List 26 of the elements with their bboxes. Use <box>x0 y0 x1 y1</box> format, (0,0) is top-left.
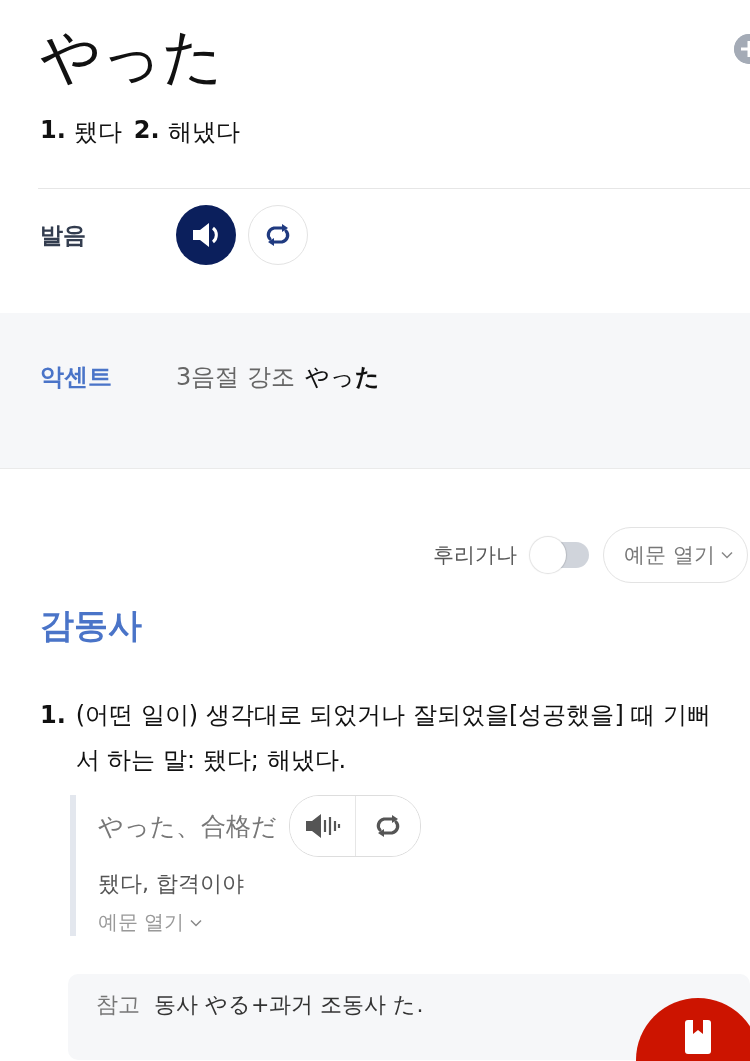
part-of-speech: 감동사 <box>40 604 143 647</box>
open-examples-link[interactable]: 예문 열기 <box>98 909 203 936</box>
accent-label: 악센트 <box>40 361 113 393</box>
play-audio-button[interactable] <box>176 205 236 265</box>
repeat-icon <box>264 222 292 248</box>
chevron-down-icon <box>721 551 733 559</box>
definition-number: 1. <box>40 700 66 731</box>
headword: やった <box>40 20 223 93</box>
speaker-icon <box>304 813 341 839</box>
chevron-down-icon <box>190 918 203 927</box>
open-examples-button[interactable]: 예문 열기 <box>603 527 748 583</box>
meaning: 2. 해냈다 <box>133 116 240 148</box>
furigana-label: 후리가나 <box>433 542 518 569</box>
accent-word: やった <box>304 361 380 393</box>
repeat-button[interactable] <box>355 796 420 856</box>
pronunciation-label: 발음 <box>40 220 87 250</box>
bookmark-icon <box>685 1020 711 1054</box>
definition-text: (어떤 일이) 생각대로 되었거나 잘되었을[성공했을] 때 기뻐서 하는 말: 됐다; 해냈다. <box>75 700 713 776</box>
meaning: 1. 됐다 <box>40 116 122 148</box>
example-sentence: やった、合格だ <box>98 810 277 843</box>
repeat-icon <box>374 813 402 839</box>
speaker-icon <box>191 221 221 249</box>
note-text: 동사 やる+과거 조동사 た. <box>154 991 424 1019</box>
note-label: 참고 <box>96 991 140 1019</box>
accent-description: 3음절 강조 <box>176 361 295 393</box>
example-translation: 됐다, 합격이야 <box>98 870 245 898</box>
